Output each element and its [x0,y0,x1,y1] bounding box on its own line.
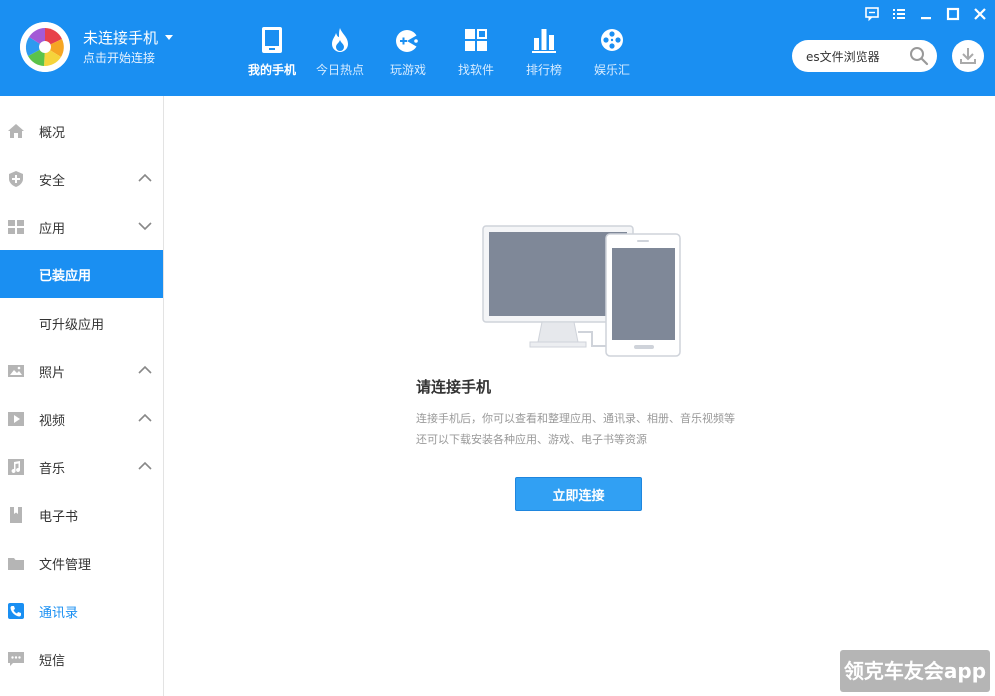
home-icon [8,124,24,138]
connect-title: 请连接手机 [416,378,492,396]
sidebar-item-label: 短信 [39,654,66,669]
music-icon [8,459,24,475]
chevron-down-icon[interactable] [137,220,153,232]
nav-find-software[interactable]: 找软件 [442,24,510,80]
close-icon[interactable] [972,6,988,22]
sidebar-item-apps[interactable]: 应用 [0,203,163,251]
search-icon[interactable] [909,46,929,66]
bar-chart-icon [532,29,556,53]
sidebar-item-label: 安全 [39,174,66,189]
device-status-dropdown[interactable]: 未连接手机 [83,27,174,48]
download-manager-button[interactable] [952,40,984,72]
nav-entertainment[interactable]: 娱乐汇 [578,24,646,80]
book-icon [10,507,22,523]
photo-icon [8,365,24,377]
phone-icon [262,27,282,53]
sidebar-item-ebooks[interactable]: 电子书 [0,491,163,539]
chevron-up-icon[interactable] [137,364,153,376]
app-header: 未连接手机 点击开始连接 我的手机 今日热点 玩游戏 找软件 排行榜 娱乐汇 [0,0,995,96]
sidebar-item-label: 可升级应用 [39,318,105,333]
sidebar-item-label: 应用 [39,222,66,237]
nav-rankings[interactable]: 排行榜 [510,24,578,80]
film-reel-icon [601,29,623,51]
sidebar-item-label: 照片 [39,366,66,381]
sidebar-item-installed-apps[interactable]: 已装应用 [0,250,163,298]
chevron-up-icon[interactable] [137,460,153,472]
watermark: 领克车友会app [840,650,990,692]
sidebar-item-label: 视频 [39,414,66,429]
folder-icon [8,558,24,570]
sidebar-item-contacts[interactable]: 通讯录 [0,587,163,635]
video-icon [8,412,24,426]
sms-icon [8,652,24,666]
device-connect-hint[interactable]: 点击开始连接 [83,49,155,66]
apps-icon [8,220,24,234]
nav-hot-today[interactable]: 今日热点 [306,24,374,80]
minimize-icon[interactable] [918,6,934,22]
nav-games[interactable]: 玩游戏 [374,24,442,80]
sidebar-item-label: 电子书 [39,510,79,525]
sidebar-item-file-manager[interactable]: 文件管理 [0,539,163,587]
maximize-icon[interactable] [945,6,961,22]
sidebar-item-sms[interactable]: 短信 [0,635,163,683]
search-input[interactable] [806,47,906,65]
nav-label: 我的手机 [247,63,296,77]
sidebar-item-label: 音乐 [39,462,66,477]
nav-my-phone[interactable]: 我的手机 [238,24,306,80]
nav-label: 今日热点 [315,63,364,77]
feedback-icon[interactable] [864,6,880,22]
nav-label: 玩游戏 [389,63,426,77]
sidebar-item-upgradable-apps[interactable]: 可升级应用 [0,299,163,347]
app-logo[interactable] [20,22,70,72]
sidebar-item-overview[interactable]: 概况 [0,107,163,155]
contacts-icon [8,603,24,619]
description-line-2: 还可以下载安装各种应用、游戏、电子书等资源 [416,433,647,446]
caret-down-icon [165,35,174,40]
nav-label: 排行榜 [525,63,562,77]
nav-label: 找软件 [457,63,494,77]
menu-icon[interactable] [891,6,907,22]
sidebar-item-security[interactable]: 安全 [0,155,163,203]
download-icon [960,48,976,64]
connect-device-illustration [482,225,681,357]
chevron-up-icon[interactable] [137,172,153,184]
sidebar-item-label: 概况 [39,126,66,141]
main-content: 请连接手机 连接手机后，你可以查看和整理应用、通讯录、相册、音乐视频等 还可以下… [165,96,995,696]
shield-icon [9,171,23,187]
sidebar-item-photos[interactable]: 照片 [0,347,163,395]
sidebar-item-label: 通讯录 [39,606,79,621]
sidebar: 概况 安全 应用 已装应用 可升级应用 照片 视频 音乐 电子书 文件管理 通讯… [0,96,164,696]
sidebar-item-label: 已装应用 [39,269,92,284]
sidebar-item-music[interactable]: 音乐 [0,443,163,491]
search-box [792,40,937,72]
flame-icon [332,28,348,52]
sidebar-item-videos[interactable]: 视频 [0,395,163,443]
connect-now-button[interactable]: 立即连接 [515,477,642,511]
connect-description: 连接手机后，你可以查看和整理应用、通讯录、相册、音乐视频等 还可以下载安装各种应… [416,408,735,450]
sidebar-item-label: 文件管理 [39,558,92,573]
apps-grid-icon [465,29,487,51]
chevron-up-icon[interactable] [137,412,153,424]
nav-label: 娱乐汇 [593,63,630,77]
description-line-1: 连接手机后，你可以查看和整理应用、通讯录、相册、音乐视频等 [416,412,735,425]
device-status-label: 未连接手机 [83,29,159,47]
gamepad-icon [396,30,419,52]
